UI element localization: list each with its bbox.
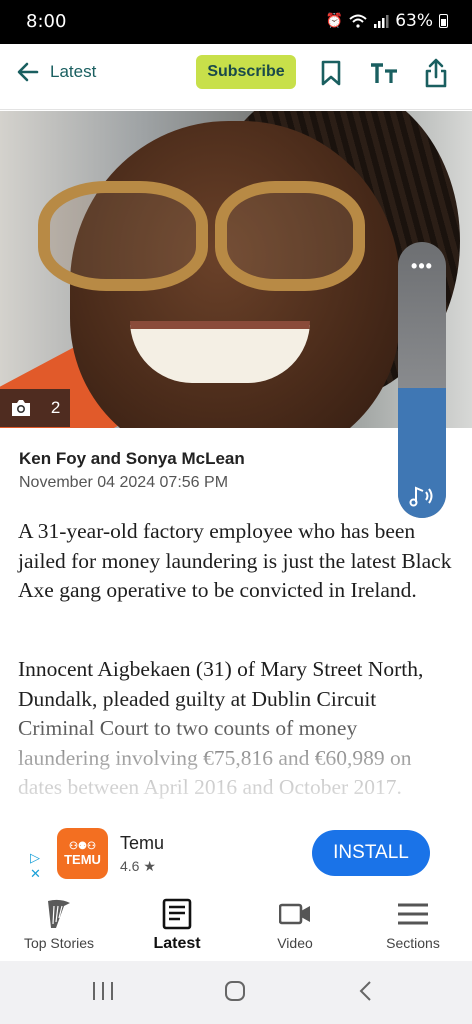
text-size-button[interactable] xyxy=(369,58,399,88)
back-to-latest-button[interactable]: Latest xyxy=(16,60,96,84)
share-button[interactable] xyxy=(421,58,451,88)
alarm-icon: ⏰ xyxy=(325,13,344,29)
photo-gallery-badge[interactable]: 2 xyxy=(0,389,70,427)
home-button[interactable] xyxy=(224,979,246,1008)
more-dots-icon[interactable]: ••• xyxy=(398,256,446,277)
nav-label: Sections xyxy=(386,935,440,951)
home-icon xyxy=(225,981,245,1001)
ad-app-name[interactable]: Temu xyxy=(120,833,164,854)
bookmark-icon xyxy=(321,60,341,86)
back-button[interactable] xyxy=(358,979,374,1008)
status-time: 8:00 xyxy=(26,11,67,32)
article-date: November 04 2024 07:56 PM xyxy=(19,474,229,491)
nav-label: Top Stories xyxy=(23,935,95,951)
article-toolbar: Latest Subscribe xyxy=(0,44,472,110)
back-icon xyxy=(359,981,371,1001)
battery-icon xyxy=(439,14,448,28)
text-size-icon xyxy=(371,63,397,83)
harp-icon xyxy=(48,899,70,928)
wifi-icon xyxy=(349,14,367,28)
nav-label: Latest xyxy=(153,935,201,952)
bottom-navigation: Top Stories Latest Video Sections xyxy=(0,891,472,961)
audio-player-pill[interactable]: ••• xyxy=(398,242,446,518)
battery-percent: 63% xyxy=(395,11,433,31)
video-camera-icon xyxy=(279,903,310,925)
share-icon xyxy=(425,58,447,88)
system-navigation-bar xyxy=(0,961,472,1024)
nav-item-latest[interactable]: Latest xyxy=(122,897,232,953)
status-icons: ⏰ 63% xyxy=(326,11,448,31)
hero-glasses-right xyxy=(215,181,365,291)
recent-apps-button[interactable] xyxy=(92,979,114,1008)
temu-logo-text: TEMU xyxy=(64,851,101,867)
ad-choices-icon[interactable]: ▷ ✕ xyxy=(30,850,41,882)
nav-label: Video xyxy=(277,935,313,951)
recent-apps-icon xyxy=(93,982,113,1000)
temu-app-logo[interactable]: ⚇⚉⚇ TEMU xyxy=(57,828,108,879)
install-button[interactable]: INSTALL xyxy=(312,830,430,876)
nav-item-sections[interactable]: Sections xyxy=(358,897,468,951)
article-paragraph: Innocent Aigbekaen (31) of Mary Street N… xyxy=(18,657,424,799)
status-bar: 8:00 ⏰ 63% xyxy=(0,0,472,44)
bookmark-button[interactable] xyxy=(316,58,346,88)
latest-list-icon xyxy=(162,898,192,930)
ad-banner[interactable]: ▷ ✕ ⚇⚉⚇ TEMU Temu 4.6 ★ INSTALL xyxy=(0,820,472,890)
ad-app-rating: 4.6 ★ xyxy=(120,858,156,874)
arrow-left-icon xyxy=(17,62,39,82)
hamburger-menu-icon xyxy=(398,903,428,925)
nav-item-video[interactable]: Video xyxy=(240,897,350,951)
signal-icon xyxy=(374,15,389,28)
photo-count: 2 xyxy=(50,398,61,417)
article-paragraph: A 31-year-old factory employee who has b… xyxy=(18,519,452,602)
article-authors[interactable]: Ken Foy and Sonya McLean xyxy=(19,449,245,469)
temu-logo-glyphs: ⚇⚉⚇ xyxy=(69,840,96,852)
subscribe-button[interactable]: Subscribe xyxy=(196,55,296,89)
nav-item-top-stories[interactable]: Top Stories xyxy=(4,897,114,951)
camera-icon xyxy=(11,400,30,416)
listen-audio-icon[interactable] xyxy=(408,484,436,508)
hero-glasses-left xyxy=(38,181,208,291)
back-label: Latest xyxy=(50,62,97,81)
